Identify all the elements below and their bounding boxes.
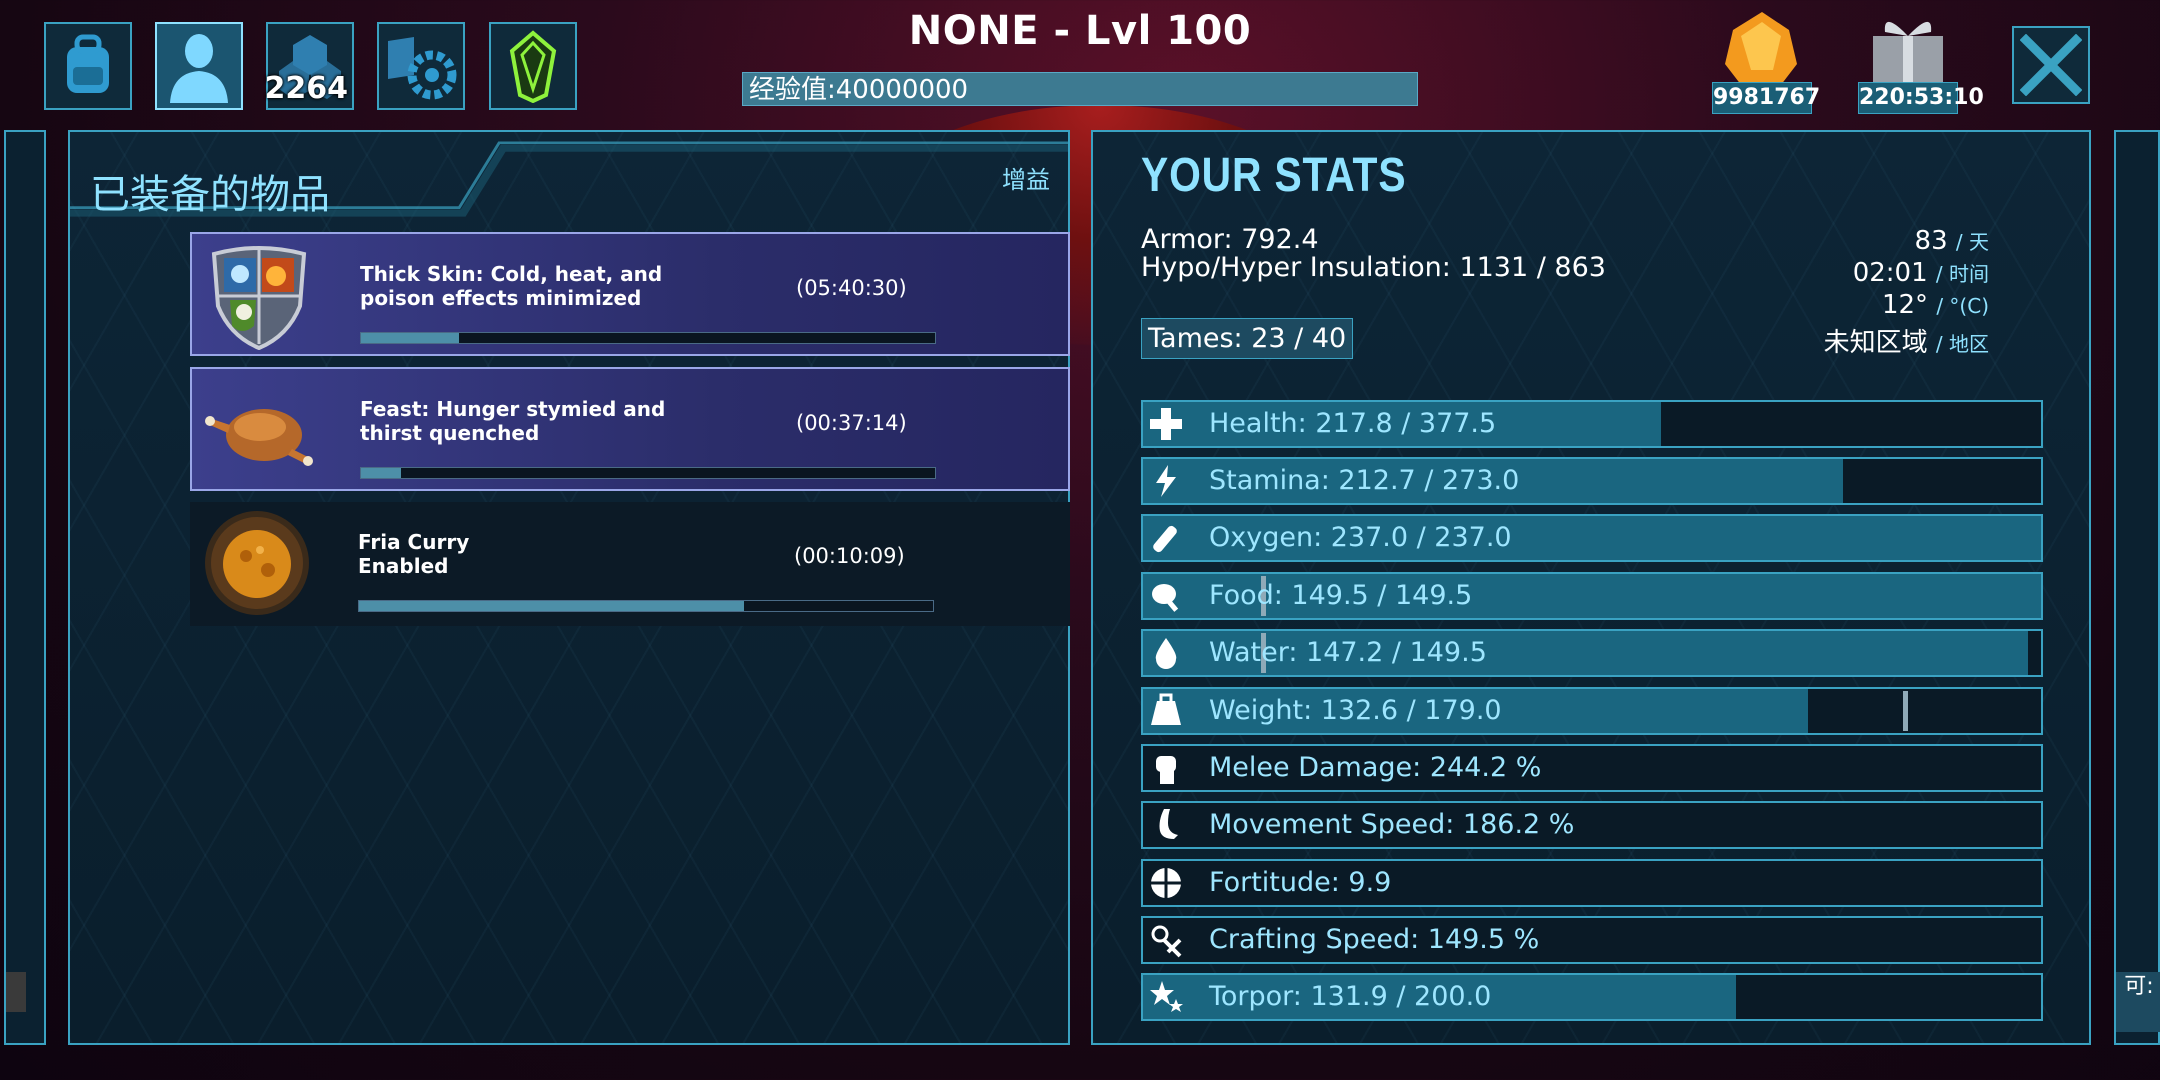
buff-item[interactable]: Thick Skin: Cold, heat, and poison effec… — [190, 232, 1070, 356]
armor-value: Armor: 792.4 — [1141, 224, 1319, 255]
foot-icon — [1143, 803, 1189, 847]
stat-torpor[interactable]: Torpor: 131.9 / 200.0 — [1141, 973, 2043, 1021]
buff-name: Fria Curry Enabled — [358, 530, 718, 578]
stat-label: Weight: 132.6 / 179.0 — [1209, 695, 1502, 726]
buff-progress-track — [358, 600, 934, 612]
temperature-unit: / °(C) — [1936, 294, 1989, 318]
torpor-stars-icon — [1143, 975, 1189, 1019]
buff-name-line: Enabled — [358, 554, 449, 578]
stat-label: Food: 149.5 / 149.5 — [1209, 580, 1473, 611]
stat-label: Oxygen: 237.0 / 237.0 — [1209, 522, 1512, 553]
stat-crafting-speed[interactable]: Crafting Speed: 149.5 % — [1141, 916, 2043, 964]
stamina-bolt-icon — [1143, 459, 1189, 503]
stat-movement-speed[interactable]: Movement Speed: 186.2 % — [1141, 801, 2043, 849]
stats-title: YOUR STATS — [1141, 149, 1407, 202]
food-drumstick-icon — [1143, 574, 1189, 618]
stat-fortitude[interactable]: Fortitude: 9.9 — [1141, 859, 2043, 907]
buff-progress-fill — [361, 468, 402, 478]
stats-panel: YOUR STATS Armor: 792.4 Hypo/Hyper Insul… — [1091, 130, 2091, 1045]
time-unit: / 时间 — [1935, 262, 1989, 286]
experience-label: 经验值:40000000 — [749, 75, 969, 105]
close-icon — [2020, 34, 2082, 96]
stat-marker — [1903, 691, 1908, 731]
experience-bar: 经验值:40000000 — [742, 72, 1418, 106]
stat-label: Torpor: 131.9 / 200.0 — [1209, 981, 1492, 1012]
stat-label: Movement Speed: 186.2 % — [1209, 809, 1575, 840]
stat-health[interactable]: Health: 217.8 / 377.5 — [1141, 400, 2043, 448]
stat-label: Water: 147.2 / 149.5 — [1209, 637, 1487, 668]
stat-oxygen[interactable]: Oxygen: 237.0 / 237.0 — [1141, 514, 2043, 562]
stat-label: Fortitude: 9.9 — [1209, 867, 1392, 898]
equipped-items-title: 已装备的物品 — [90, 172, 330, 218]
currency-display[interactable]: 9981767 — [1712, 10, 1820, 114]
stat-label: Crafting Speed: 149.5 % — [1209, 924, 1540, 955]
page-title: NONE - Lvl 100 — [908, 8, 1252, 54]
weight-icon — [1143, 689, 1189, 733]
crafting-tools-icon — [1143, 918, 1189, 962]
curry-bowl-icon — [205, 511, 309, 615]
shield-buff-icon — [211, 246, 307, 350]
day-unit: / 天 — [1955, 230, 1989, 254]
buff-progress-fill — [359, 601, 744, 611]
stat-weight[interactable]: Weight: 132.6 / 179.0 — [1141, 687, 2043, 735]
roast-chicken-icon — [205, 409, 313, 466]
buff-item[interactable]: Fria Curry Enabled (00:10:09) — [190, 502, 1070, 626]
time-value: 02:01 — [1852, 258, 1928, 288]
stat-label: Health: 217.8 / 377.5 — [1209, 408, 1497, 439]
stat-food[interactable]: Food: 149.5 / 149.5 — [1141, 572, 2043, 620]
gift-display[interactable]: 220:53:10 — [1858, 10, 1984, 114]
equipped-items-panel: 已装备的物品 增益 Thick Skin: Cold, heat, and po… — [68, 130, 1070, 1045]
insulation-value: Hypo/Hyper Insulation: 1131 / 863 — [1141, 252, 1606, 283]
stat-stamina[interactable]: Stamina: 212.7 / 273.0 — [1141, 457, 2043, 505]
currency-amount: 9981767 — [1712, 82, 1820, 114]
region-value: 未知区域 — [1823, 328, 1928, 358]
left-edge-tab[interactable] — [6, 972, 26, 1012]
stat-melee-damage[interactable]: Melee Damage: 244.2 % — [1141, 744, 2043, 792]
region-readout: 未知区域 / 地区 — [1824, 322, 1989, 359]
buff-progress-track — [360, 467, 936, 479]
oxygen-tank-icon — [1143, 516, 1189, 560]
close-button[interactable] — [2012, 26, 2090, 104]
right-edge-panel[interactable]: 可: — [2114, 130, 2160, 1045]
health-cross-icon — [1143, 402, 1189, 446]
engram-points-count: 2264 — [264, 71, 349, 106]
buff-time: (05:40:30) — [796, 276, 907, 300]
water-drop-icon — [1143, 631, 1189, 675]
tames-count: Tames: 23 / 40 — [1141, 318, 1354, 359]
stat-label: Stamina: 212.7 / 273.0 — [1209, 465, 1520, 496]
stat-label: Melee Damage: 244.2 % — [1209, 752, 1542, 783]
gift-timer: 220:53:10 — [1858, 82, 1984, 114]
fortitude-shield-icon — [1143, 861, 1189, 905]
left-edge-panel[interactable] — [4, 130, 46, 1045]
temperature-value: 12° — [1881, 290, 1929, 320]
buff-progress-track — [360, 332, 936, 344]
region-unit: / 地区 — [1935, 332, 1989, 356]
temperature-readout: 12° / °(C) — [1882, 290, 1989, 320]
buff-time: (00:37:14) — [796, 411, 907, 435]
buff-item[interactable]: Feast: Hunger stymied and thirst quenche… — [190, 367, 1070, 491]
buffs-tab[interactable]: 增益 — [1002, 160, 1050, 195]
buff-progress-fill — [361, 333, 459, 343]
time-readout: 02:01 / 时间 — [1853, 258, 1989, 288]
fist-icon — [1143, 746, 1189, 790]
buff-time: (00:10:09) — [794, 544, 905, 568]
stat-water[interactable]: Water: 147.2 / 149.5 — [1141, 629, 2043, 677]
right-edge-label: 可: — [2116, 972, 2160, 1032]
day-readout: 83 / 天 — [1915, 226, 1989, 256]
day-value: 83 — [1914, 226, 1948, 256]
buff-name: Thick Skin: Cold, heat, and poison effec… — [360, 262, 663, 310]
buff-name: Feast: Hunger stymied and thirst quenche… — [360, 397, 666, 445]
buff-name-line: Fria Curry — [358, 530, 470, 554]
